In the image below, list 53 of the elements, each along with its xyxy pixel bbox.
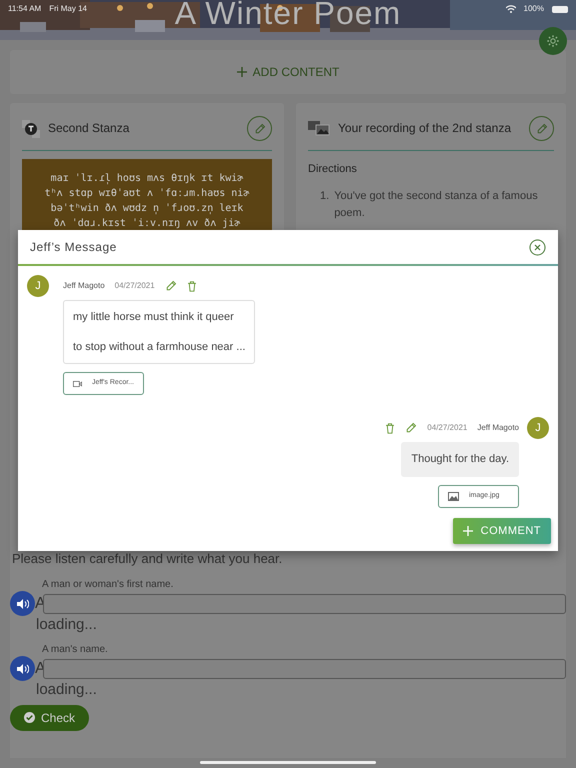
images-icon <box>308 120 330 138</box>
page-title: A Winter Poem <box>174 0 402 32</box>
edit-button[interactable] <box>405 422 418 434</box>
message-date: 04/27/2021 <box>114 280 155 292</box>
edit-button[interactable] <box>529 116 554 141</box>
status-date: Fri May 14 <box>49 3 88 15</box>
pencil-icon <box>536 122 548 134</box>
wifi-icon <box>506 5 516 13</box>
edit-button[interactable] <box>164 280 177 292</box>
avatar: J <box>527 417 549 439</box>
image-icon <box>448 492 459 500</box>
gear-icon <box>546 34 560 48</box>
plus-icon <box>462 526 473 536</box>
directions-heading: Directions <box>308 162 358 177</box>
speaker-icon <box>16 598 28 608</box>
instruction-text: Please listen carefully and write what you hear. <box>11 550 284 568</box>
pencil-icon <box>254 122 266 134</box>
battery-level: 100% <box>524 3 544 15</box>
pencil-icon <box>405 422 418 434</box>
answer-field[interactable] <box>43 658 566 678</box>
delete-button[interactable] <box>186 280 197 292</box>
status-time: 11:54 AM <box>8 3 42 15</box>
edit-button[interactable] <box>247 116 272 141</box>
card-title: Your recording of the 2nd stanza <box>338 122 512 136</box>
author-name: Jeff Magoto <box>63 280 105 292</box>
trash-icon <box>385 422 396 434</box>
trash-icon <box>186 280 197 292</box>
answer-field[interactable] <box>43 594 566 614</box>
loading-text: loading... <box>36 680 98 698</box>
delete-button[interactable] <box>385 422 396 434</box>
card-title: Second Stanza <box>48 122 130 136</box>
check-button[interactable]: Check <box>10 704 90 730</box>
add-content-button[interactable]: ADD CONTENT <box>10 50 566 94</box>
check-icon <box>24 712 35 723</box>
video-icon <box>73 380 82 388</box>
hint-text: A man or woman's first name. <box>42 578 174 592</box>
message-bubble: my little horse must think it queer to stop without a farmhouse near ... <box>63 300 256 364</box>
speaker-button[interactable] <box>10 591 35 616</box>
close-button[interactable] <box>529 238 546 256</box>
text-icon <box>22 120 40 138</box>
speaker-icon <box>16 664 28 674</box>
comment-button[interactable]: COMMENT <box>452 518 551 544</box>
direction-item: You've got the second stanza of a famous poem. <box>334 188 539 222</box>
item-number: 1. <box>320 188 330 204</box>
author-name: Jeff Magoto <box>477 422 519 434</box>
loading-text: loading... <box>36 616 98 634</box>
avatar: J <box>27 275 49 297</box>
message-bubble: Thought for the day. <box>401 442 519 476</box>
speaker-button[interactable] <box>10 656 35 681</box>
pencil-icon <box>164 280 177 292</box>
message-date: 04/27/2021 <box>427 422 468 434</box>
hint-text: A man's name. <box>42 642 109 656</box>
plus-icon <box>236 67 247 77</box>
